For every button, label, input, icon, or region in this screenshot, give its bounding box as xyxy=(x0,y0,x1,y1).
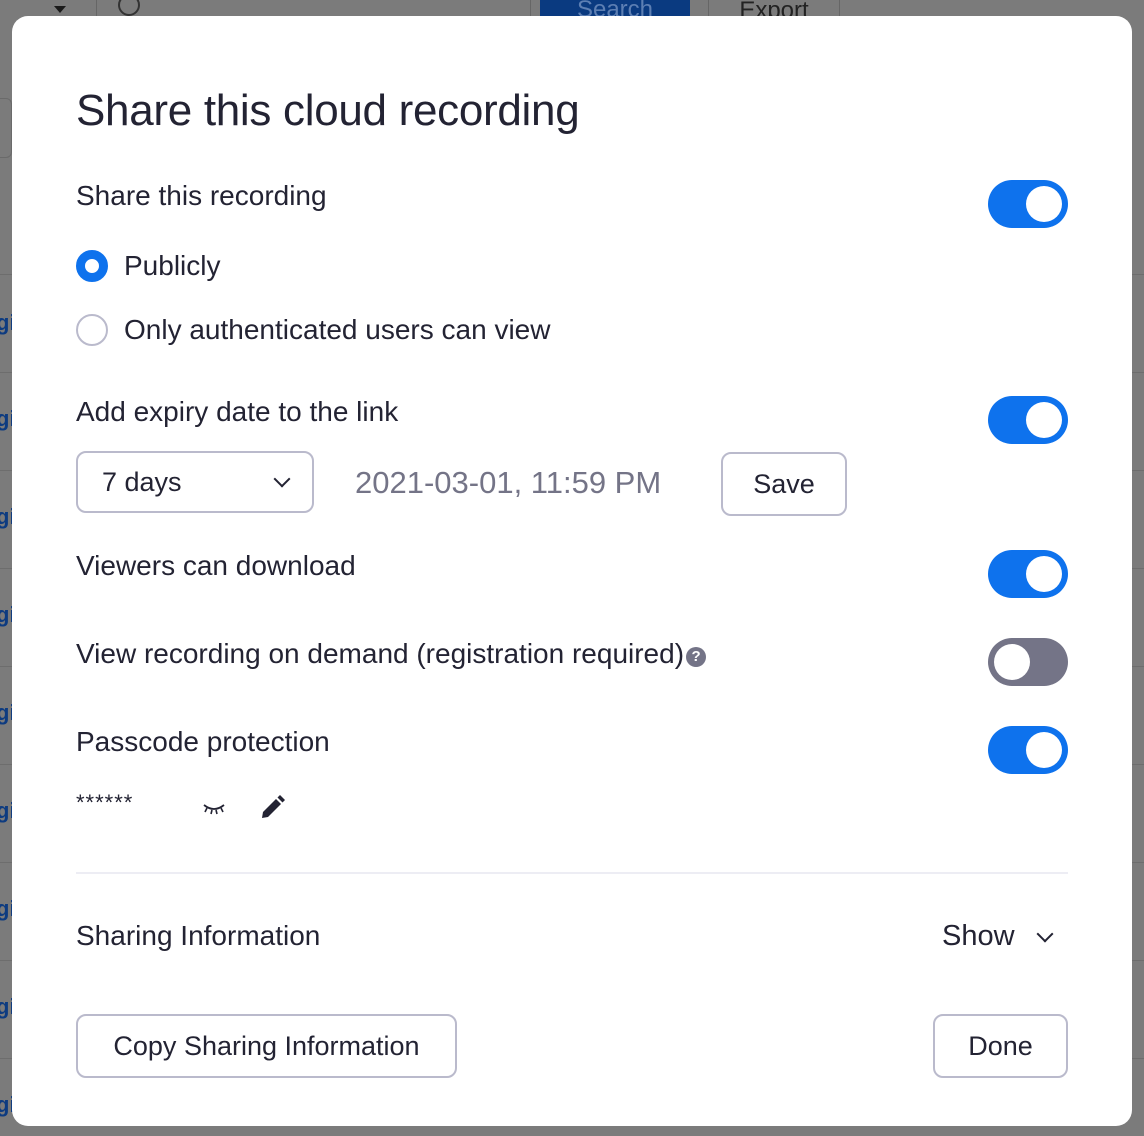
radio-button-unchecked[interactable] xyxy=(76,314,108,346)
toggle-knob xyxy=(1026,402,1062,438)
expiry-datetime: 2021-03-01, 11:59 PM xyxy=(355,465,662,500)
passcode-toggle[interactable] xyxy=(988,726,1068,774)
expiry-toggle[interactable] xyxy=(988,396,1068,444)
expiry-label: Add expiry date to the link xyxy=(76,396,399,427)
radio-publicly[interactable]: Publicly xyxy=(76,250,220,282)
share-recording-label: Share this recording xyxy=(76,180,327,211)
expiry-duration-select[interactable]: 7 days xyxy=(76,451,314,513)
show-label: Show xyxy=(942,920,1015,952)
passcode-label: Passcode protection xyxy=(76,726,330,757)
background-input xyxy=(0,98,12,158)
help-icon[interactable]: ? xyxy=(686,647,707,667)
background-search-button: Search xyxy=(540,0,690,16)
toggle-knob xyxy=(994,644,1030,680)
radio-button-checked[interactable] xyxy=(76,250,108,282)
radio-authenticated-label: Only authenticated users can view xyxy=(124,314,551,345)
radio-authenticated-only[interactable]: Only authenticated users can view xyxy=(76,314,550,346)
chevron-down-icon xyxy=(273,470,291,488)
show-sharing-info-toggle[interactable]: Show xyxy=(942,920,1054,953)
done-button[interactable]: Done xyxy=(933,1014,1068,1078)
radio-publicly-label: Publicly xyxy=(124,250,221,281)
share-recording-dialog: Share this cloud recording Share this re… xyxy=(12,16,1132,1126)
viewers-download-toggle[interactable] xyxy=(988,550,1068,598)
on-demand-toggle[interactable] xyxy=(988,638,1068,686)
share-recording-toggle[interactable] xyxy=(988,180,1068,228)
divider xyxy=(96,0,97,16)
search-icon xyxy=(118,0,140,16)
dialog-title: Share this cloud recording xyxy=(76,86,580,135)
toggle-knob xyxy=(1026,556,1062,592)
chevron-down-icon xyxy=(1036,925,1054,942)
copy-sharing-info-button[interactable]: Copy Sharing Information xyxy=(76,1014,457,1078)
divider xyxy=(530,0,531,16)
expiry-duration-value: 7 days xyxy=(102,466,182,497)
on-demand-label-text: View recording on demand (registration r… xyxy=(76,638,685,669)
sharing-information-label: Sharing Information xyxy=(76,920,321,951)
pencil-icon[interactable] xyxy=(258,794,286,822)
viewers-download-label: Viewers can download xyxy=(76,550,356,581)
toggle-knob xyxy=(1026,732,1062,768)
eye-closed-icon[interactable] xyxy=(202,802,226,816)
on-demand-label: View recording on demand (registration r… xyxy=(76,638,707,670)
section-divider xyxy=(76,872,1068,874)
toggle-knob xyxy=(1026,186,1062,222)
caret-down-icon xyxy=(54,6,66,13)
save-button[interactable]: Save xyxy=(721,452,847,516)
passcode-masked-value: ****** xyxy=(76,790,134,815)
